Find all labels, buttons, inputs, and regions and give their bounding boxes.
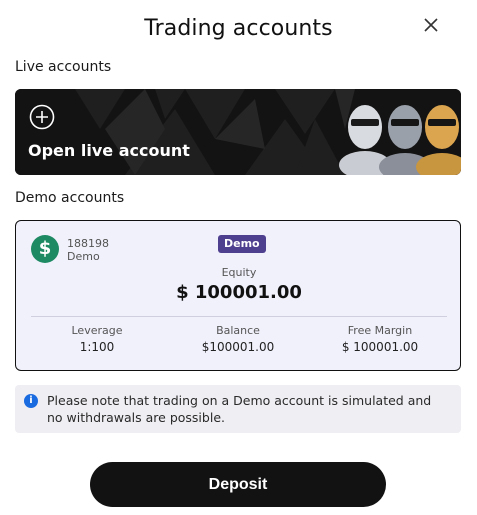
account-number: 188198 bbox=[67, 237, 109, 250]
account-type: Demo bbox=[67, 250, 100, 263]
stat-balance: Balance $100001.00 bbox=[178, 324, 298, 354]
stat-label: Balance bbox=[216, 324, 260, 337]
banner-pattern bbox=[15, 89, 461, 175]
dollar-icon: $ bbox=[31, 235, 59, 263]
stat-value: 1:100 bbox=[79, 340, 115, 354]
info-icon: i bbox=[24, 394, 38, 408]
live-accounts-label: Live accounts bbox=[15, 59, 112, 75]
demo-account-card[interactable]: $ 188198 Demo Demo Equity $ 100001.00 Le… bbox=[15, 220, 461, 371]
notice-text: Please note that trading on a Demo accou… bbox=[47, 393, 432, 425]
equity-label: Equity bbox=[221, 266, 257, 279]
stat-value: $100001.00 bbox=[201, 340, 275, 354]
demo-accounts-label: Demo accounts bbox=[15, 190, 125, 206]
avatar-busts bbox=[339, 105, 461, 175]
stat-label: Leverage bbox=[71, 324, 123, 337]
demo-notice: i Please note that trading on a Demo acc… bbox=[15, 385, 461, 433]
stat-leverage: Leverage 1:100 bbox=[37, 324, 157, 354]
page-title: Trading accounts bbox=[144, 16, 333, 41]
open-live-account-button[interactable]: Open live account bbox=[15, 89, 461, 175]
plus-circle-icon bbox=[29, 104, 55, 130]
card-divider bbox=[31, 316, 447, 317]
deposit-button[interactable]: Deposit bbox=[90, 462, 386, 507]
stat-value: $ 100001.00 bbox=[341, 340, 419, 354]
demo-badge: Demo bbox=[218, 235, 266, 253]
close-icon[interactable] bbox=[421, 15, 441, 35]
open-live-account-label: Open live account bbox=[28, 141, 190, 160]
stat-label: Free Margin bbox=[347, 324, 413, 337]
equity-value: $ 100001.00 bbox=[176, 282, 302, 303]
stat-free-margin: Free Margin $ 100001.00 bbox=[320, 324, 440, 354]
